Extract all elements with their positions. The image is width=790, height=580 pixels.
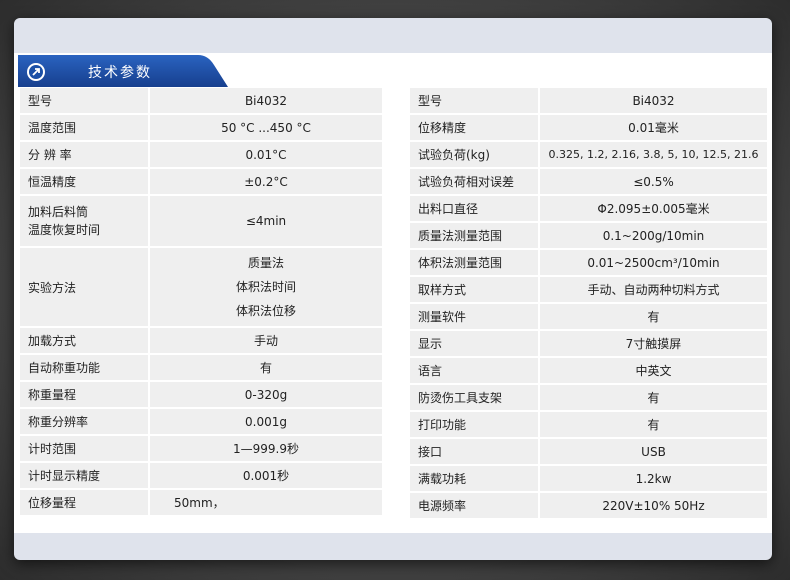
section-title: 技术参数	[88, 65, 152, 81]
table-row: 称重量程 0-320g	[20, 382, 382, 407]
spec-value: 中英文	[540, 358, 767, 383]
spec-value: 质量法 体积法时间 体积法位移	[150, 248, 382, 326]
spec-value-line: 体积法时间	[235, 280, 296, 294]
spec-key-line: 温度恢复时间	[28, 223, 101, 237]
arrow-circle-icon	[27, 63, 45, 81]
spec-value: Φ2.095±0.005毫米	[540, 196, 767, 221]
table-row: 试验负荷相对误差 ≤0.5%	[410, 169, 767, 194]
spec-key: 打印功能	[410, 412, 540, 437]
spec-value: 0.01毫米	[540, 115, 767, 140]
spec-value: USB	[540, 439, 767, 464]
spec-value: 有	[540, 385, 767, 410]
table-row: 体积法测量范围 0.01~2500cm³/10min	[410, 250, 767, 275]
spec-key: 位移量程	[20, 490, 150, 515]
spec-value: 有	[540, 304, 767, 329]
table-row: 电源频率 220V±10% 50Hz	[410, 493, 767, 518]
spec-value: ≤0.5%	[540, 169, 767, 194]
spec-value: 0.001秒	[150, 463, 382, 488]
spec-value: Bi4032	[540, 88, 767, 113]
table-row: 位移精度 0.01毫米	[410, 115, 767, 140]
spec-value: 0.001g	[150, 409, 382, 434]
spec-value: 0-320g	[150, 382, 382, 407]
table-row: 计时显示精度 0.001秒	[20, 463, 382, 488]
spec-table-right: 型号 Bi4032 位移精度 0.01毫米 试验负荷(kg) 0.325, 1.…	[410, 86, 767, 520]
spec-key: 加料后料筒 温度恢复时间	[20, 196, 150, 246]
table-row: 位移量程 50mm，	[20, 490, 382, 515]
section-tab: 技术参数	[18, 55, 228, 89]
spec-value: 0.01~2500cm³/10min	[540, 250, 767, 275]
spec-value: 50 °C ...450 °C	[150, 115, 382, 140]
spec-key: 称重分辨率	[20, 409, 150, 434]
spec-key: 加载方式	[20, 328, 150, 353]
table-row: 加料后料筒 温度恢复时间 ≤4min	[20, 196, 382, 246]
spec-value: 手动	[150, 328, 382, 353]
spec-key: 分 辨 率	[20, 142, 150, 167]
spec-key: 显示	[410, 331, 540, 356]
table-row: 型号 Bi4032	[20, 88, 382, 113]
spec-key: 型号	[20, 88, 150, 113]
table-row: 显示 7寸触摸屏	[410, 331, 767, 356]
spec-key: 取样方式	[410, 277, 540, 302]
spec-key-line: 加料后料筒	[28, 205, 89, 219]
spec-key: 试验负荷相对误差	[410, 169, 540, 194]
spec-key: 语言	[410, 358, 540, 383]
spec-key: 计时显示精度	[20, 463, 150, 488]
spec-value: 50mm，	[150, 490, 382, 515]
spec-value: 7寸触摸屏	[540, 331, 767, 356]
spec-key: 试验负荷(kg)	[410, 142, 540, 167]
table-row: 质量法测量范围 0.1~200g/10min	[410, 223, 767, 248]
spec-value-line: 质量法	[247, 256, 284, 270]
table-row: 接口 USB	[410, 439, 767, 464]
spec-key: 实验方法	[20, 248, 150, 326]
spec-value-line: 体积法位移	[235, 304, 296, 318]
table-row: 试验负荷(kg) 0.325, 1.2, 2.16, 3.8, 5, 10, 1…	[410, 142, 767, 167]
spec-key: 恒温精度	[20, 169, 150, 194]
table-row: 分 辨 率 0.01°C	[20, 142, 382, 167]
spec-value: 有	[150, 355, 382, 380]
table-row: 取样方式 手动、自动两种切料方式	[410, 277, 767, 302]
spec-key: 接口	[410, 439, 540, 464]
spec-key: 位移精度	[410, 115, 540, 140]
table-row: 恒温精度 ±0.2°C	[20, 169, 382, 194]
spec-value: ≤4min	[150, 196, 382, 246]
table-row: 语言 中英文	[410, 358, 767, 383]
table-row: 温度范围 50 °C ...450 °C	[20, 115, 382, 140]
spec-key: 满载功耗	[410, 466, 540, 491]
table-row: 测量软件 有	[410, 304, 767, 329]
spec-key: 自动称重功能	[20, 355, 150, 380]
spec-key: 称重量程	[20, 382, 150, 407]
table-row: 自动称重功能 有	[20, 355, 382, 380]
spec-value: 0.1~200g/10min	[540, 223, 767, 248]
spec-value: 0.325, 1.2, 2.16, 3.8, 5, 10, 12.5, 21.6	[540, 142, 767, 167]
spec-value: 0.01°C	[150, 142, 382, 167]
spec-key: 计时范围	[20, 436, 150, 461]
spec-key: 电源频率	[410, 493, 540, 518]
table-row: 打印功能 有	[410, 412, 767, 437]
table-row: 出料口直径 Φ2.095±0.005毫米	[410, 196, 767, 221]
spec-key: 型号	[410, 88, 540, 113]
spec-value: Bi4032	[150, 88, 382, 113]
spec-value: 1—999.9秒	[150, 436, 382, 461]
table-row: 满载功耗 1.2kw	[410, 466, 767, 491]
table-row: 实验方法 质量法 体积法时间 体积法位移	[20, 248, 382, 326]
spec-value: 有	[540, 412, 767, 437]
spec-key: 防烫伤工具支架	[410, 385, 540, 410]
spec-value: 手动、自动两种切料方式	[540, 277, 767, 302]
table-row: 计时范围 1—999.9秒	[20, 436, 382, 461]
spec-key: 质量法测量范围	[410, 223, 540, 248]
spec-value: 220V±10% 50Hz	[540, 493, 767, 518]
spec-table-left: 型号 Bi4032 温度范围 50 °C ...450 °C 分 辨 率 0.0…	[20, 86, 382, 517]
spec-key: 温度范围	[20, 115, 150, 140]
spec-key: 出料口直径	[410, 196, 540, 221]
spec-key: 体积法测量范围	[410, 250, 540, 275]
table-row: 型号 Bi4032	[410, 88, 767, 113]
spec-key: 测量软件	[410, 304, 540, 329]
spec-value: ±0.2°C	[150, 169, 382, 194]
table-row: 称重分辨率 0.001g	[20, 409, 382, 434]
table-row: 防烫伤工具支架 有	[410, 385, 767, 410]
spec-value: 1.2kw	[540, 466, 767, 491]
table-row: 加载方式 手动	[20, 328, 382, 353]
